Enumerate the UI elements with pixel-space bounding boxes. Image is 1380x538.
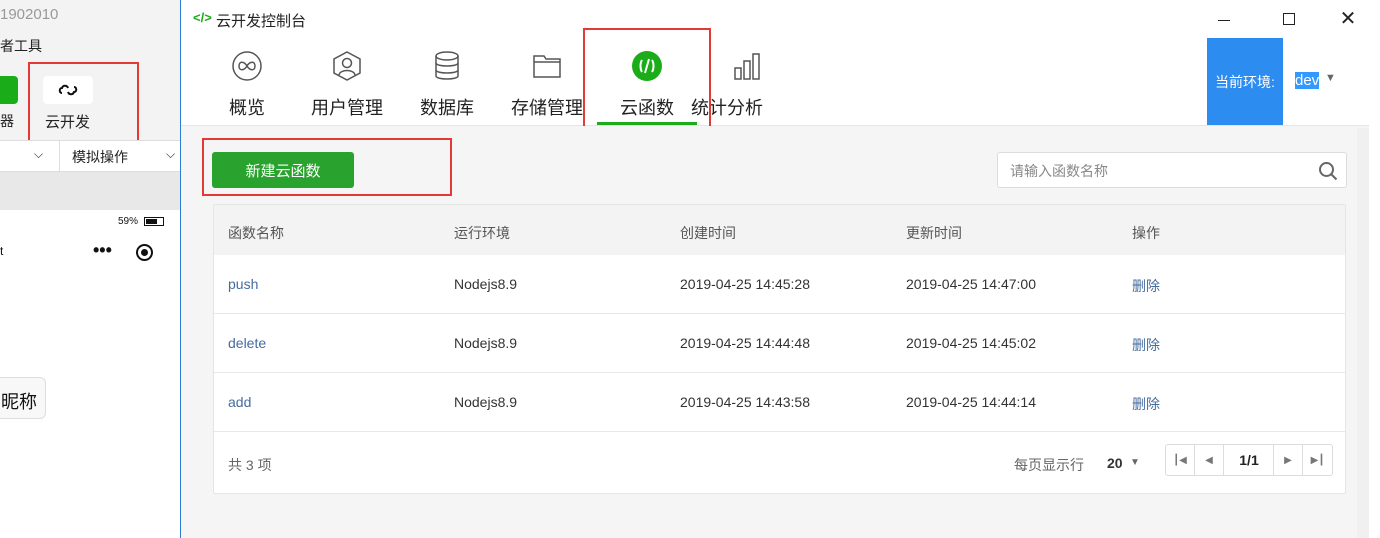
function-name-link[interactable]: add — [228, 394, 251, 410]
current-env-label: 当前环境: — [1207, 38, 1283, 125]
battery-icon — [144, 217, 164, 226]
page-indicator[interactable]: 1/1 — [1225, 445, 1274, 475]
first-page-button[interactable]: ┃◀ — [1166, 445, 1195, 475]
pagination: ┃◀ ◀ 1/1 ▶ ▶┃ — [1165, 444, 1333, 476]
prev-page-icon: ◀ — [1205, 454, 1213, 466]
close-button[interactable]: ✕ — [1333, 6, 1363, 32]
total-count: 共 3 项 — [228, 457, 272, 473]
created-cell: 2019-04-25 14:45:28 — [680, 276, 810, 292]
simulator-screen: 59% t ••• 昵称 — [0, 210, 182, 538]
tab-user-management[interactable]: 用户管理 — [297, 38, 397, 126]
per-page-select[interactable]: 20 — [1107, 455, 1123, 471]
tab-label: 数据库 — [420, 98, 474, 118]
last-page-icon: ▶┃ — [1310, 454, 1325, 466]
new-cloud-function-button[interactable]: 新建云函数 — [212, 152, 354, 188]
function-name-link[interactable]: delete — [228, 335, 266, 351]
cloud-console-window: </> 云开发控制台 ✕ 概览 用户管理 数据库 存储管理 云函数 统计分析 当… — [180, 0, 1369, 538]
prev-page-button[interactable]: ◀ — [1195, 445, 1224, 475]
nav-bar: 概览 用户管理 数据库 存储管理 云函数 统计分析 当前环境: dev ▼ — [181, 28, 1369, 154]
runtime-cell: Nodejs8.9 — [454, 276, 518, 292]
window-title: 云开发控制台 — [216, 13, 307, 30]
bar-chart-icon — [734, 53, 760, 80]
tab-database[interactable]: 数据库 — [397, 38, 497, 126]
table-row[interactable]: add Nodejs8.9 2019-04-25 14:43:58 2019-0… — [214, 373, 1345, 432]
tab-statistics[interactable]: 统计分析 — [691, 38, 797, 126]
minimize-button[interactable] — [1209, 6, 1239, 32]
header-created-at: 创建时间 — [680, 225, 736, 241]
ide-title: 1902010 — [0, 0, 182, 30]
header-actions: 操作 — [1132, 225, 1160, 241]
main-content: 新建云函数 函数名称 运行环境 创建时间 更新时间 操作 push Nodejs… — [181, 126, 1369, 538]
caret-down-icon[interactable]: ▼ — [1325, 72, 1336, 84]
background-ide-window: 1902010 者工具 器 云开发 ⌵ 模拟操作 ⌵ 59% t ••• 昵称 — [0, 0, 182, 538]
next-page-button[interactable]: ▶ — [1274, 445, 1303, 475]
next-page-icon: ▶ — [1284, 454, 1292, 466]
chevron-down-icon[interactable]: ⌵ — [34, 147, 43, 162]
table-row[interactable]: push Nodejs8.9 2019-04-25 14:45:28 2019-… — [214, 255, 1345, 314]
runtime-cell: Nodejs8.9 — [454, 335, 518, 351]
close-icon: ✕ — [1339, 8, 1357, 30]
folder-icon — [533, 55, 561, 78]
page-title-fragment: t — [0, 244, 4, 258]
per-page-label: 每页显示行 — [1014, 457, 1084, 473]
delete-link[interactable]: 删除 — [1132, 394, 1160, 414]
updated-cell: 2019-04-25 14:47:00 — [906, 276, 1036, 292]
header-function-name: 函数名称 — [228, 225, 284, 241]
simulator-label: 器 — [0, 113, 14, 129]
env-select[interactable]: dev — [1295, 72, 1320, 89]
nickname-button[interactable]: 昵称 — [0, 377, 46, 419]
code-icon: </> — [193, 10, 212, 25]
infinity-icon — [232, 51, 262, 81]
select-divider — [59, 141, 60, 171]
title-bar: </> 云开发控制台 ✕ — [181, 0, 1369, 38]
delete-link[interactable]: 删除 — [1132, 335, 1160, 355]
tab-label: 用户管理 — [311, 98, 383, 118]
highlight-box-cloud-dev — [28, 62, 139, 142]
record-icon[interactable] — [136, 244, 153, 261]
tab-label: 存储管理 — [511, 98, 583, 118]
last-page-button[interactable]: ▶┃ — [1303, 445, 1332, 475]
runtime-cell: Nodejs8.9 — [454, 394, 518, 410]
search-icon[interactable] — [1318, 161, 1338, 181]
first-page-icon: ┃◀ — [1173, 454, 1187, 466]
header-updated-at: 更新时间 — [906, 225, 962, 241]
chevron-down-icon[interactable]: ⌵ — [166, 147, 175, 162]
maximize-button[interactable] — [1274, 6, 1304, 32]
header-runtime: 运行环境 — [454, 225, 510, 241]
more-icon[interactable]: ••• — [93, 240, 112, 261]
background-right-strip — [1368, 0, 1380, 538]
created-cell: 2019-04-25 14:43:58 — [680, 394, 810, 410]
vertical-scrollbar[interactable] — [1357, 128, 1369, 538]
function-name-link[interactable]: push — [228, 276, 258, 292]
caret-down-icon[interactable]: ▼ — [1130, 457, 1140, 468]
simulator-button[interactable] — [0, 76, 18, 104]
table-header: 函数名称 运行环境 创建时间 更新时间 操作 — [214, 205, 1345, 255]
search-input[interactable] — [1010, 161, 1310, 181]
updated-cell: 2019-04-25 14:45:02 — [906, 335, 1036, 351]
updated-cell: 2019-04-25 14:44:14 — [906, 394, 1036, 410]
env-value: dev — [1295, 72, 1320, 89]
ide-gray-band — [0, 172, 182, 210]
mock-action-select[interactable]: 模拟操作 — [72, 147, 128, 167]
created-cell: 2019-04-25 14:44:48 — [680, 335, 810, 351]
ide-menu[interactable]: 者工具 — [0, 30, 182, 58]
tab-label: 概览 — [229, 98, 265, 118]
table-row[interactable]: delete Nodejs8.9 2019-04-25 14:44:48 201… — [214, 314, 1345, 373]
search-box — [997, 152, 1347, 188]
tab-overview[interactable]: 概览 — [197, 38, 297, 126]
delete-link[interactable]: 删除 — [1132, 276, 1160, 296]
ide-select-row: ⌵ 模拟操作 ⌵ — [0, 140, 182, 172]
functions-table: 函数名称 运行环境 创建时间 更新时间 操作 push Nodejs8.9 20… — [213, 204, 1346, 494]
battery-percent: 59% — [118, 216, 139, 227]
database-icon — [435, 51, 459, 80]
user-icon — [333, 51, 361, 81]
tab-storage[interactable]: 存储管理 — [497, 38, 597, 126]
